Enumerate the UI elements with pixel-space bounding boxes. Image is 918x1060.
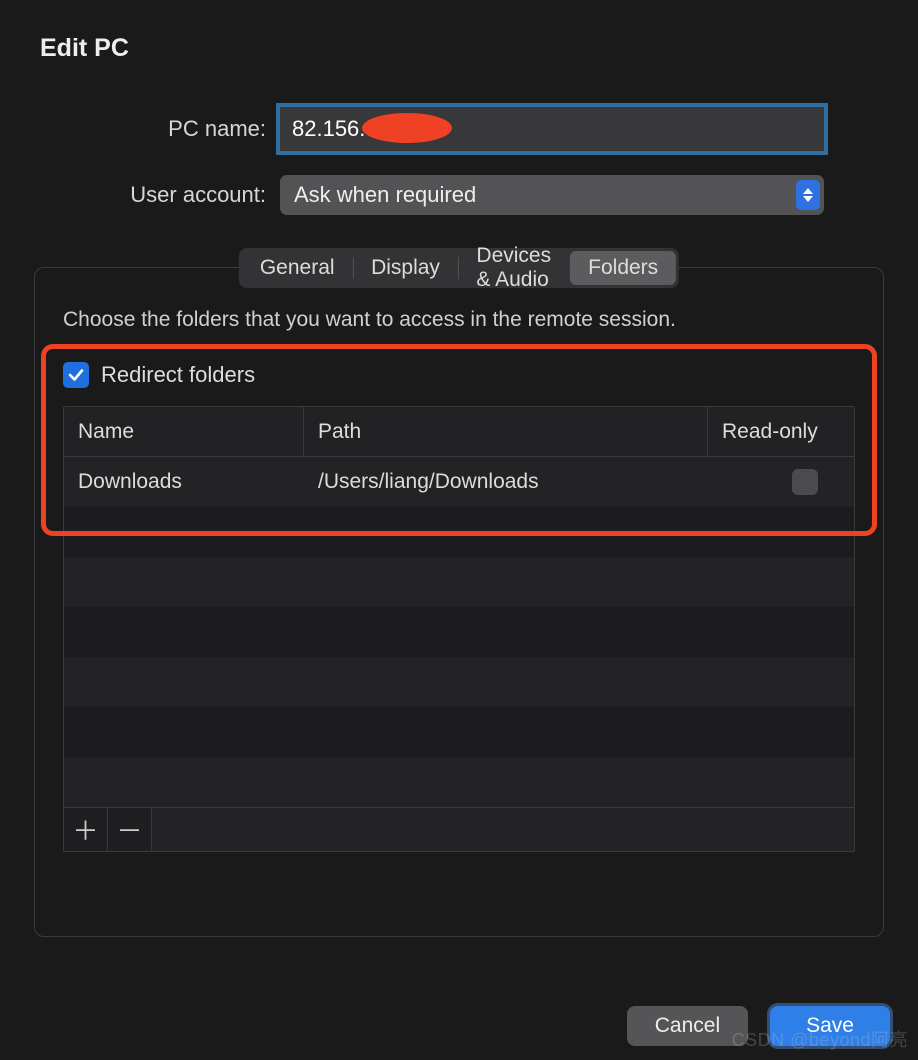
redirect-folders-checkbox[interactable] [63, 362, 89, 388]
column-header-readonly[interactable]: Read-only [708, 407, 854, 456]
add-folder-button[interactable]: ＋ [64, 808, 108, 851]
table-row[interactable] [64, 557, 854, 607]
readonly-checkbox[interactable] [792, 469, 818, 495]
user-account-label: User account: [34, 182, 280, 208]
pc-name-label: PC name: [34, 116, 280, 142]
user-account-select[interactable]: Ask when required [280, 175, 824, 215]
redirect-folders-label: Redirect folders [101, 362, 255, 388]
user-account-value: Ask when required [294, 182, 476, 208]
table-row[interactable] [64, 707, 854, 757]
redaction-overlay [362, 113, 452, 143]
settings-panel: General Display Devices & Audio Folders … [34, 267, 884, 937]
tab-folders[interactable]: Folders [570, 251, 676, 285]
table-row[interactable] [64, 757, 854, 807]
table-row[interactable] [64, 607, 854, 657]
column-header-name[interactable]: Name [64, 407, 304, 456]
minus-icon: － [116, 811, 142, 848]
plus-icon: ＋ [72, 811, 98, 848]
tab-display[interactable]: Display [353, 251, 458, 285]
column-header-path[interactable]: Path [304, 407, 708, 456]
window-title: Edit PC [40, 34, 884, 63]
table-row[interactable] [64, 657, 854, 707]
tab-devices-audio[interactable]: Devices & Audio [458, 251, 570, 285]
folders-table: Name Path Read-only Downloads /Users/lia… [63, 406, 855, 852]
check-icon [67, 366, 85, 384]
remove-folder-button[interactable]: － [108, 808, 152, 851]
stepper-icon [796, 180, 820, 210]
tab-general[interactable]: General [242, 251, 353, 285]
table-row[interactable] [64, 507, 854, 557]
table-row[interactable]: Downloads /Users/liang/Downloads [64, 457, 854, 507]
tabs-bar: General Display Devices & Audio Folders [239, 248, 679, 288]
watermark: CSDN @beyond阿亮 [732, 1026, 908, 1052]
cell-path: /Users/liang/Downloads [304, 457, 708, 507]
folders-help-text: Choose the folders that you want to acce… [63, 308, 855, 332]
cancel-button[interactable]: Cancel [627, 1006, 748, 1046]
cell-name: Downloads [64, 457, 304, 507]
